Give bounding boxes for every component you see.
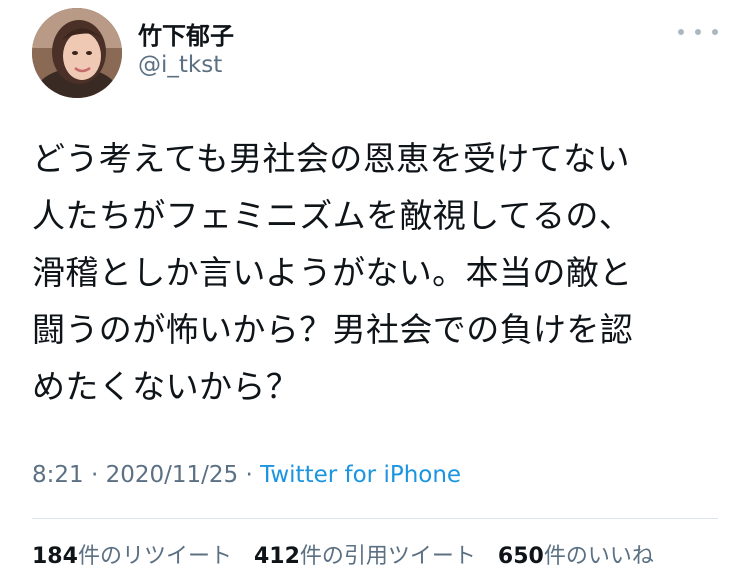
likes-stat[interactable]: 650件のいいね [498, 538, 654, 570]
retweets-count: 184 [32, 544, 78, 569]
tweet-stats: 184件のリツイート 412件の引用ツイート 650件のいいね [32, 538, 654, 570]
tweet-time[interactable]: 8:21 [32, 462, 84, 488]
more-horizontal-icon [712, 29, 718, 35]
quotes-count: 412 [253, 544, 300, 569]
tweet-text-line: めたくないから？ [32, 367, 300, 406]
retweets-stat[interactable]: 184件のリツイート [32, 538, 232, 570]
meta-separator: · [238, 462, 261, 488]
avatar[interactable] [32, 8, 122, 98]
tweet-text-line: どう考えても男社会の恩恵を受けてない [32, 139, 630, 178]
tweet-source-link[interactable]: Twitter for iPhone [260, 462, 461, 488]
user-handle[interactable]: @i_tkst [138, 52, 222, 78]
tweet-text-line: 滑稽としか言いようがない。本当の敵と [32, 253, 633, 292]
display-name[interactable]: 竹下郁子 [138, 16, 234, 51]
profile-photo [32, 8, 122, 98]
divider [32, 518, 718, 519]
meta-separator: · [83, 462, 106, 488]
tweet-text: どう考えても男社会の恩恵を受けてない 人たちがフェミニズムを敵視してるの、 滑稽… [32, 130, 722, 415]
tweet-text-line: 人たちがフェミニズムを敵視してるの、 [32, 196, 633, 235]
retweets-label: 件のリツイート [77, 544, 232, 569]
tweet-date[interactable]: 2020/11/25 [106, 462, 239, 488]
quotes-label: 件の引用ツイート [299, 544, 476, 569]
more-horizontal-icon [695, 29, 701, 35]
quotes-stat[interactable]: 412件の引用ツイート [254, 538, 476, 570]
more-options-button[interactable] [676, 18, 720, 46]
tweet-text-line: 闘うのが怖いから？男社会での負けを認 [32, 310, 634, 349]
likes-count: 650 [497, 544, 544, 569]
tweet-meta: 8:21 · 2020/11/25 · Twitter for iPhone [32, 462, 461, 488]
likes-label: 件のいいね [543, 544, 654, 569]
more-horizontal-icon [678, 29, 684, 35]
